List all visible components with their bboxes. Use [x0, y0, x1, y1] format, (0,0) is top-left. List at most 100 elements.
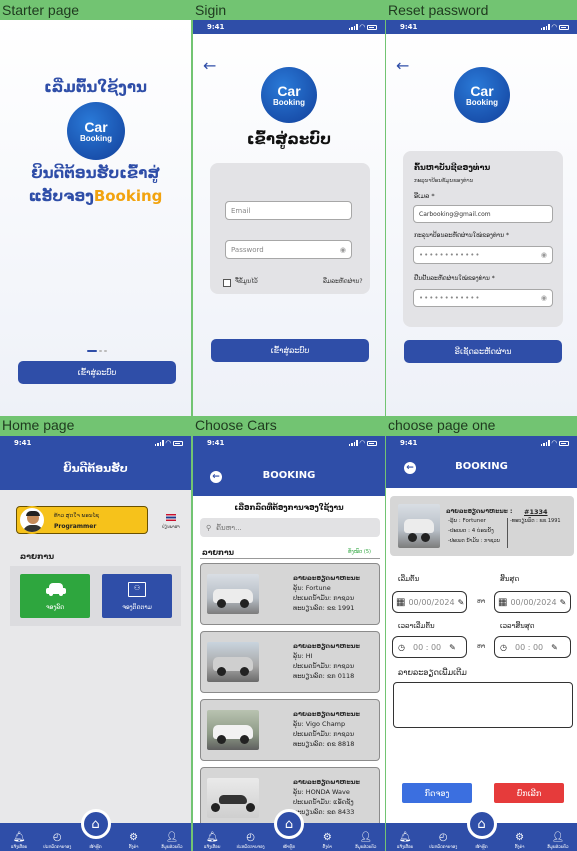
- status-time: 9:41: [400, 439, 418, 447]
- nav-notifications[interactable]: 🔔︎ ແຈ້ງເຕືອນ: [1, 832, 37, 849]
- signin-login-button[interactable]: ເຂົ້າສູ່ລະບົບ: [211, 339, 369, 362]
- status-time: 9:41: [207, 439, 225, 447]
- nav-settings[interactable]: ⚙ ຕັ້ງຄ່າ: [309, 832, 345, 849]
- nav-notifications[interactable]: 🔔︎ ແຈ້ງເຕືອນ: [387, 832, 423, 849]
- home-icon[interactable]: ⌂: [466, 809, 497, 839]
- signal-icon: [154, 440, 164, 446]
- new-password-mask: ••••••••••••: [419, 251, 481, 259]
- password-input[interactable]: Password ◉: [225, 240, 352, 259]
- welcome-brand: Booking: [93, 187, 163, 205]
- wifi-icon: ◠: [551, 439, 557, 447]
- book-button[interactable]: ກົດຈອງ: [402, 783, 472, 803]
- welcome-line2: ແອັບຈອງBooking: [0, 187, 191, 205]
- gear-icon: ⚙: [515, 832, 525, 843]
- start-date-input[interactable]: ▦ 00/00/2024 ✎: [392, 591, 467, 613]
- start-time-input[interactable]: ◷ 00 : 00 ✎: [392, 636, 467, 658]
- calendar-icon: ▦: [396, 596, 406, 608]
- car-card[interactable]: ລາຍລະອຽດພາຫະນະ ລຸ້ນ: HI ປະເພດນ້ຳມັນ: ກາຊວນ…: [200, 631, 380, 693]
- battery-icon: [173, 440, 183, 446]
- reset-password-button[interactable]: ຣີເຊັດລະຫັດຜ່ານ: [404, 340, 562, 363]
- car-photo: [398, 504, 440, 548]
- end-time-input[interactable]: ◷ 00 : 00 ✎: [494, 636, 571, 658]
- car-model: ລຸ້ນ: HONDA Wave: [293, 788, 350, 796]
- more-details-textarea[interactable]: [393, 682, 573, 728]
- wifi-icon: ◠: [359, 439, 365, 447]
- status-bar: 9:41 ◠: [386, 20, 577, 34]
- booking-header-title: BOOKING: [455, 461, 508, 472]
- logo-line2: Booking: [466, 97, 498, 107]
- signal-icon: [540, 440, 550, 446]
- signal-icon: [348, 440, 358, 446]
- nav-settings[interactable]: ⚙ ຕັ້ງຄ່າ: [502, 832, 538, 849]
- book-car-tile[interactable]: ຈອງລົດ: [20, 574, 90, 618]
- car-fuel: ປະເພດນ້ຳມັນ: ແອັດຊັງ: [293, 798, 354, 806]
- label-choose-page-one: choose page one: [388, 417, 496, 433]
- logo-line1: Car: [84, 118, 108, 135]
- forgot-password-link[interactable]: ລືມລະຫັດຜ່ານ?: [323, 278, 363, 285]
- clock-icon: ◴: [246, 832, 255, 843]
- booking-history-label: ຈອງຕິດຕາມ: [122, 604, 152, 611]
- language-label[interactable]: ປ່ຽນພາສາ: [162, 524, 180, 529]
- nav-profile[interactable]: 👤︎ ຂໍ້ມູນສ່ວນຕົວ: [154, 832, 190, 849]
- home-screen: 9:41 ◠ ຍິນດີຕ້ອນຮັບ ທ້າວ ສຸດໃຈ ພອນໄຊ Pro…: [0, 436, 191, 851]
- confirm-password-input[interactable]: •••••••••••• ◉: [413, 289, 553, 307]
- eye-icon[interactable]: ◉: [541, 294, 547, 302]
- new-password-input[interactable]: •••••••••••• ◉: [413, 246, 553, 264]
- signal-icon: [540, 24, 550, 30]
- nav-settings[interactable]: ⚙ ຕັ້ງຄ່າ: [116, 832, 152, 849]
- status-time: 9:41: [14, 439, 32, 447]
- reset-email-input[interactable]: Carbooking@gmail.com: [413, 205, 553, 223]
- status-time: 9:41: [207, 23, 225, 31]
- eye-icon[interactable]: ◉: [340, 246, 346, 254]
- reset-title: ຄົ້ນຫາບັນຊີຂອງທ່ານ: [414, 163, 491, 172]
- starter-login-button[interactable]: ເຂົ້າສູ່ລະບົບ: [18, 361, 176, 384]
- home-icon[interactable]: ⌂: [80, 809, 111, 839]
- home-icon[interactable]: ⌂: [274, 809, 304, 839]
- start-date-label: ເລີ່ມຕົ້ນ: [398, 575, 420, 583]
- car-plate: ທະບຽນລົດ: ຂກ 0118: [293, 672, 355, 680]
- choose-header: 9:41 ◠ ← BOOKING: [193, 436, 385, 496]
- gear-icon: ⚙: [129, 832, 139, 843]
- section-title: ລາຍການ: [20, 552, 55, 561]
- car-icon: [46, 583, 66, 596]
- remember-checkbox[interactable]: [223, 279, 231, 287]
- nav-history[interactable]: ◴ ປະຫວັດການຈອງ: [39, 832, 75, 849]
- booking-history-tile[interactable]: ⚇ ຈອງຕິດຕາມ: [102, 574, 172, 618]
- label-home-page: Home page: [2, 417, 75, 433]
- email-input[interactable]: Email: [225, 201, 352, 220]
- car-card[interactable]: ລາຍລະອຽດພາຫະນະ ລຸ້ນ: Fortune ປະເພດນ້ຳມັນ: …: [200, 563, 380, 625]
- search-input[interactable]: ⚲ ຄົ້ນຫາ...: [200, 518, 380, 537]
- back-arrow-icon[interactable]: ←: [203, 56, 216, 75]
- nav-notifications[interactable]: 🔔︎ ແຈ້ງເຕືອນ: [194, 832, 230, 849]
- logo-line2: Booking: [273, 97, 305, 107]
- label-signin-page: Sigin: [195, 2, 227, 18]
- confirm-password-mask: ••••••••••••: [419, 294, 481, 302]
- nav-profile[interactable]: 👤︎ ຂໍ້ມູນສ່ວນຕົວ: [540, 832, 576, 849]
- label-reset-page: Reset password: [388, 2, 489, 18]
- date-to-label: ຫາ: [477, 598, 486, 605]
- app-logo: Car Booking: [67, 102, 125, 160]
- starter-title: ເລີ່ມຕົ້ນໃຊ້ງານ: [44, 78, 147, 96]
- logo-line1: Car: [277, 82, 301, 99]
- nav-history[interactable]: ◴ ປະຫວັດການຈອງ: [233, 832, 269, 849]
- battery-icon: [559, 440, 569, 446]
- list-title: ລາຍການ: [202, 548, 235, 557]
- car-photo: [207, 574, 259, 614]
- end-date-input[interactable]: ▦ 00/00/2024 ✎: [494, 591, 571, 613]
- cancel-button[interactable]: ຍົກເລີກ: [494, 783, 564, 803]
- wifi-icon: ◠: [359, 23, 365, 31]
- back-arrow-icon[interactable]: ←: [396, 56, 409, 75]
- nav-history[interactable]: ◴ ປະຫວັດການຈອງ: [425, 832, 461, 849]
- eye-icon[interactable]: ◉: [541, 251, 547, 259]
- end-date-value: 00/00/2024: [510, 597, 557, 607]
- detail-fuel: -ປະເພດ ນ້ຳມັນ : ກາຊວນ: [448, 538, 500, 544]
- flag-icon[interactable]: [166, 514, 176, 521]
- booking-header: 9:41 ◠ ← BOOKING: [386, 436, 577, 488]
- end-time-label: ເວລາສິ້ນສຸດ: [500, 622, 535, 630]
- detail-model: -ລຸ້ນ : Fortuner: [448, 518, 486, 524]
- search-placeholder: ຄົ້ນຫາ...: [216, 523, 242, 532]
- car-card[interactable]: ລາຍລະອຽດພາຫະນະ ລຸ້ນ: Vigo Champ ປະເພດນ້ຳມັ…: [200, 699, 380, 761]
- nav-profile[interactable]: 👤︎ ຂໍ້ມູນສ່ວນຕົວ: [348, 832, 384, 849]
- detail-plate: -ທະບຽນລົດ : ຂຂ 1991: [510, 518, 561, 524]
- detail-title: ລາຍລະອຽດພາຫະນະ :: [446, 508, 513, 515]
